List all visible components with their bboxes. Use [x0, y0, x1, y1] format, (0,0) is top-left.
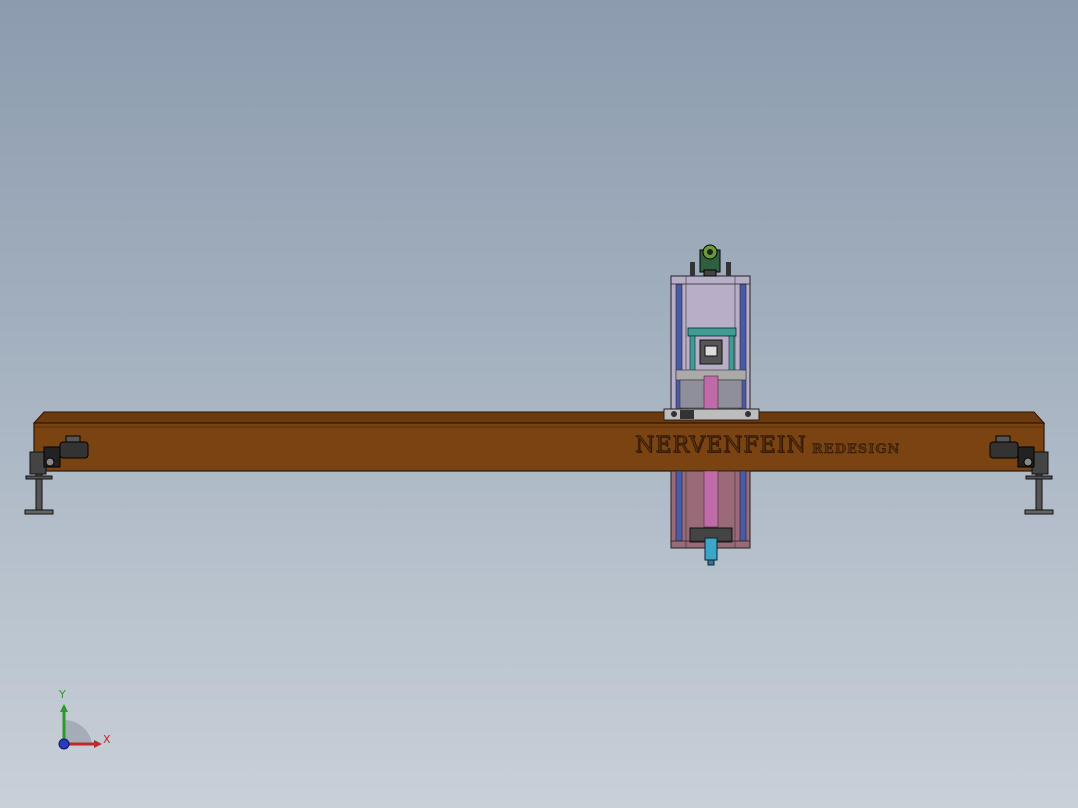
subtitle-emboss-text: REDESIGN — [812, 442, 901, 458]
gantry-crane-model[interactable] — [0, 0, 1078, 808]
trolley-carriage — [663, 244, 760, 421]
axis-y-label: Y — [59, 688, 66, 701]
cad-graphics-viewport[interactable]: NERVENFEIN REDESIGN Y X — [0, 0, 1078, 808]
brand-emboss-text: NERVENFEIN — [635, 433, 807, 459]
axis-x-label: X — [103, 733, 111, 746]
beam-top-face — [32, 411, 1046, 424]
hoist-housing — [670, 470, 751, 566]
